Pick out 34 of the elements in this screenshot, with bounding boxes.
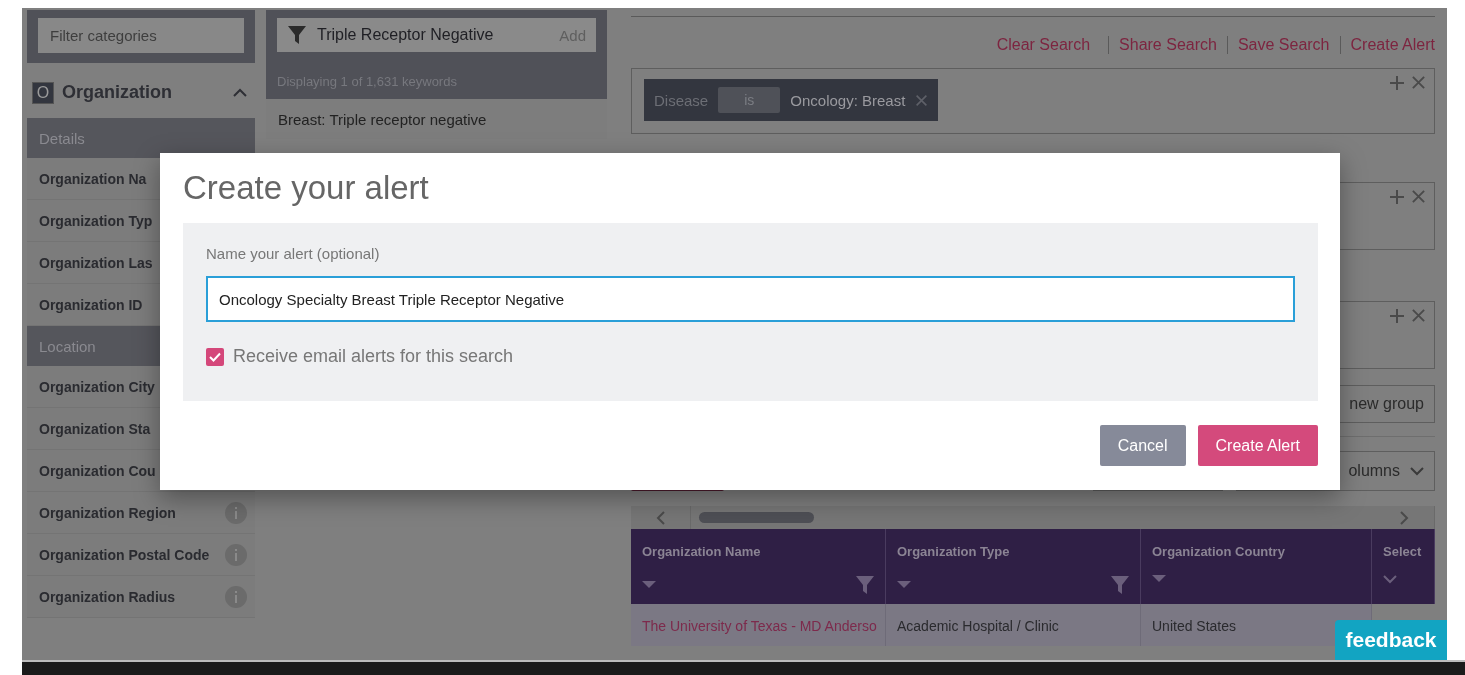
alert-name-field[interactable]: Oncology Specialty Breast Triple Receptor Negative <box>206 276 1295 322</box>
category-badge: O <box>32 81 54 104</box>
create-alert-button[interactable]: Create Alert <box>1197 425 1318 466</box>
column-title: Organization Name <box>642 544 762 559</box>
filter-field[interactable]: Filter categories <box>38 18 244 53</box>
item-label: Organization ID <box>39 296 143 313</box>
column-title: Select <box>1383 544 1423 559</box>
item-label: Organization Typ <box>39 212 153 229</box>
column-header[interactable]: Organization Name <box>631 529 886 604</box>
item-label: Organization Postal Code <box>39 546 210 563</box>
action-link[interactable]: Create Alert <box>1339 36 1435 54</box>
feedback-button[interactable]: feedback <box>1335 620 1447 660</box>
item-label: Organization Sta <box>39 420 151 437</box>
column-header[interactable]: Select <box>1372 529 1435 604</box>
keyword-text: Triple Receptor Negative <box>317 26 495 44</box>
column-title: Organization Type <box>897 544 1011 559</box>
organization-link[interactable]: The University of Texas - MD Anderso <box>631 604 886 646</box>
item-label: Organization Radius <box>39 588 176 605</box>
chip-field: Disease <box>654 91 709 109</box>
column-header[interactable]: Organization Country <box>1141 529 1372 604</box>
column-title: Organization Country <box>1152 544 1286 559</box>
cancel-button[interactable]: Cancel <box>1099 425 1186 466</box>
chip-value: Oncology: Breast <box>790 91 906 109</box>
item-label: Organization Region <box>39 504 176 521</box>
action-link[interactable]: Save Search <box>1226 36 1340 54</box>
item-label: Organization Na <box>39 170 147 187</box>
category-title: Organization <box>62 82 173 103</box>
item-label: Organization Las <box>39 254 153 271</box>
table-cell: Academic Hospital / Clinic <box>886 604 1141 646</box>
column-header[interactable]: Organization Type <box>886 529 1141 604</box>
action-link[interactable]: Share Search <box>1108 36 1227 54</box>
item-label: Organization City <box>39 378 155 395</box>
item-label: Organization Cou <box>39 462 156 479</box>
action-link[interactable]: Clear Search <box>986 36 1109 54</box>
